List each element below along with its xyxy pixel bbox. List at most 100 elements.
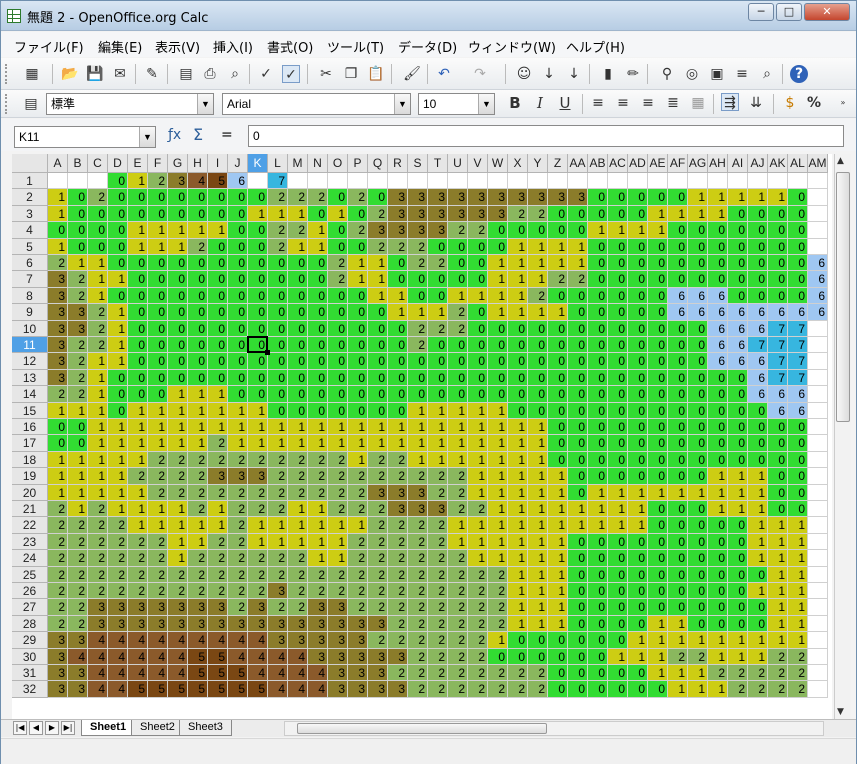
cell-e13[interactable]: 0 xyxy=(128,369,148,387)
cell-f22[interactable]: 1 xyxy=(148,517,168,534)
cell-w19[interactable]: 1 xyxy=(488,468,508,485)
cell-ac28[interactable]: 0 xyxy=(608,615,628,633)
cell-p29[interactable]: 3 xyxy=(348,632,368,649)
cell-r14[interactable]: 0 xyxy=(388,386,408,403)
cell-q17[interactable]: 1 xyxy=(368,435,388,452)
cell-ad11[interactable]: 0 xyxy=(628,337,648,354)
cell-h5[interactable]: 2 xyxy=(188,238,208,255)
cell-u2[interactable]: 3 xyxy=(448,189,468,206)
cell-ah10[interactable]: 6 xyxy=(708,320,728,337)
cell-am14[interactable] xyxy=(808,386,828,403)
cell-j29[interactable]: 4 xyxy=(228,632,248,649)
cell-ah15[interactable]: 0 xyxy=(708,402,728,419)
cell-r25[interactable]: 2 xyxy=(388,566,408,583)
cell-f15[interactable]: 1 xyxy=(148,402,168,419)
cell-ab29[interactable]: 0 xyxy=(588,632,608,649)
cell-z30[interactable]: 0 xyxy=(548,648,568,665)
row-header-27[interactable]: 27 xyxy=(12,599,48,616)
cell-aa8[interactable]: 0 xyxy=(568,287,588,305)
cell-c12[interactable]: 1 xyxy=(88,353,108,370)
cell-ak9[interactable]: 6 xyxy=(768,304,788,321)
cell-y15[interactable]: 0 xyxy=(528,402,548,419)
cell-i29[interactable]: 4 xyxy=(208,632,228,649)
cell-c9[interactable]: 2 xyxy=(88,304,108,321)
cell-k16[interactable]: 1 xyxy=(248,419,268,436)
cell-e25[interactable]: 2 xyxy=(128,566,148,583)
cell-x16[interactable]: 1 xyxy=(508,419,528,436)
cell-o23[interactable]: 1 xyxy=(328,533,348,551)
cell-q18[interactable]: 2 xyxy=(368,451,388,469)
cell-k30[interactable]: 4 xyxy=(248,648,268,665)
cell-ah20[interactable]: 1 xyxy=(708,484,728,501)
sum-icon[interactable]: Σ xyxy=(193,125,203,144)
cell-u21[interactable]: 2 xyxy=(448,501,468,518)
cell-i13[interactable]: 0 xyxy=(208,369,228,387)
cell-j5[interactable]: 0 xyxy=(228,238,248,255)
cell-aa5[interactable]: 1 xyxy=(568,238,588,255)
cell-l15[interactable]: 0 xyxy=(268,402,288,419)
cell-l28[interactable]: 3 xyxy=(268,615,288,633)
cell-ae25[interactable]: 0 xyxy=(648,566,668,583)
cell-ab18[interactable]: 0 xyxy=(588,451,608,469)
cell-n8[interactable]: 0 xyxy=(308,287,328,305)
cell-a2[interactable]: 1 xyxy=(48,189,68,206)
cell-ae27[interactable]: 0 xyxy=(648,599,668,616)
cell-aj13[interactable]: 6 xyxy=(748,369,768,387)
scroll-down-icon[interactable]: ▼ xyxy=(837,707,844,717)
cell-k22[interactable]: 1 xyxy=(248,517,268,534)
cell-w22[interactable]: 1 xyxy=(488,517,508,534)
cell-aa14[interactable]: 0 xyxy=(568,386,588,403)
cell-o4[interactable]: 0 xyxy=(328,222,348,239)
menu-item[interactable]: ヘルプ(H) xyxy=(566,37,625,56)
cell-d26[interactable]: 2 xyxy=(108,583,128,600)
cell-ak4[interactable]: 0 xyxy=(768,222,788,239)
cell-aj31[interactable]: 2 xyxy=(748,665,768,682)
row-header-3[interactable]: 3 xyxy=(12,205,48,223)
cell-o27[interactable]: 3 xyxy=(328,599,348,616)
cell-p19[interactable]: 2 xyxy=(348,468,368,485)
cell-ac8[interactable]: 0 xyxy=(608,287,628,305)
cell-p20[interactable]: 2 xyxy=(348,484,368,501)
cell-z14[interactable]: 0 xyxy=(548,386,568,403)
cell-m6[interactable]: 0 xyxy=(288,255,308,272)
cell-d8[interactable]: 0 xyxy=(108,287,128,305)
find-icon[interactable]: ⚲ xyxy=(658,65,676,83)
cell-am7[interactable]: 6 xyxy=(808,271,828,288)
column-header-s[interactable]: S xyxy=(408,154,428,173)
cell-am12[interactable] xyxy=(808,353,828,370)
cell-v32[interactable]: 2 xyxy=(468,681,488,698)
cell-o29[interactable]: 3 xyxy=(328,632,348,649)
cell-l12[interactable]: 0 xyxy=(268,353,288,370)
cell-ac7[interactable]: 0 xyxy=(608,271,628,288)
column-header-b[interactable]: B xyxy=(68,154,88,173)
cell-s28[interactable]: 2 xyxy=(408,615,428,633)
cell-ai25[interactable]: 0 xyxy=(728,566,748,583)
cell-t25[interactable]: 2 xyxy=(428,566,448,583)
cell-e11[interactable]: 0 xyxy=(128,337,148,354)
cell-c17[interactable]: 1 xyxy=(88,435,108,452)
cell-e18[interactable]: 1 xyxy=(128,451,148,469)
cell-w10[interactable]: 0 xyxy=(488,320,508,337)
styles-icon[interactable]: ▤ xyxy=(22,95,40,113)
cell-d3[interactable]: 0 xyxy=(108,205,128,223)
column-header-g[interactable]: G xyxy=(168,154,188,173)
row-header-11[interactable]: 11 xyxy=(12,337,48,354)
cell-g24[interactable]: 1 xyxy=(168,550,188,567)
cell-i27[interactable]: 3 xyxy=(208,599,228,616)
cell-j26[interactable]: 2 xyxy=(228,583,248,600)
cell-al28[interactable]: 1 xyxy=(788,615,808,633)
cell-ad29[interactable]: 1 xyxy=(628,632,648,649)
cell-s7[interactable]: 0 xyxy=(408,271,428,288)
cell-q3[interactable]: 2 xyxy=(368,205,388,223)
cell-ag19[interactable]: 0 xyxy=(688,468,708,485)
cell-u9[interactable]: 2 xyxy=(448,304,468,321)
cell-m5[interactable]: 1 xyxy=(288,238,308,255)
cell-r16[interactable]: 1 xyxy=(388,419,408,436)
cell-c6[interactable]: 1 xyxy=(88,255,108,272)
cell-b29[interactable]: 3 xyxy=(68,632,88,649)
cell-aj3[interactable]: 0 xyxy=(748,205,768,223)
cell-v28[interactable]: 2 xyxy=(468,615,488,633)
cell-f20[interactable]: 2 xyxy=(148,484,168,501)
cell-a28[interactable]: 2 xyxy=(48,615,68,633)
cell-ai12[interactable]: 6 xyxy=(728,353,748,370)
